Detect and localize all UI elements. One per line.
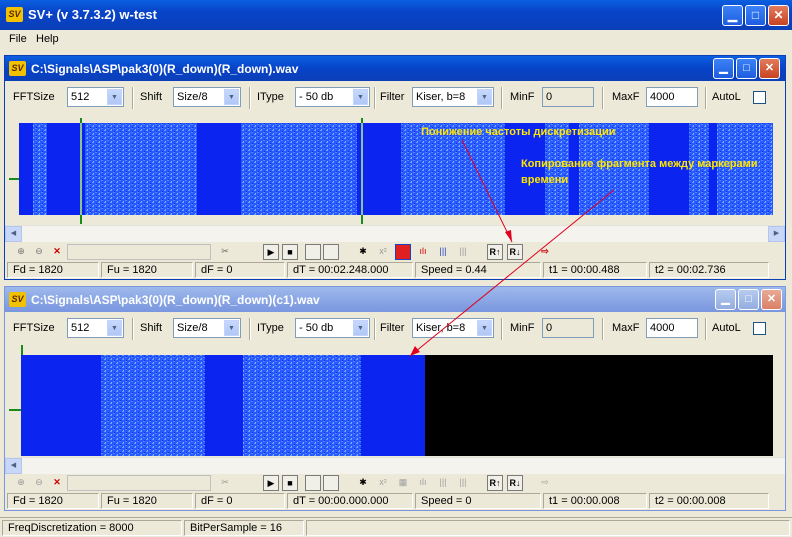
arrow-downsample — [461, 139, 513, 243]
empty-status — [306, 520, 790, 536]
bits-per-sample-status: BitPerSample = 16 — [184, 520, 304, 536]
freq-discretization-status: FreqDiscretization = 8000 — [2, 520, 182, 536]
annotation-arrows — [409, 139, 615, 357]
arrow-copy-fragment — [409, 189, 615, 357]
app-statusbar: FreqDiscretization = 8000 BitPerSample =… — [0, 517, 792, 537]
